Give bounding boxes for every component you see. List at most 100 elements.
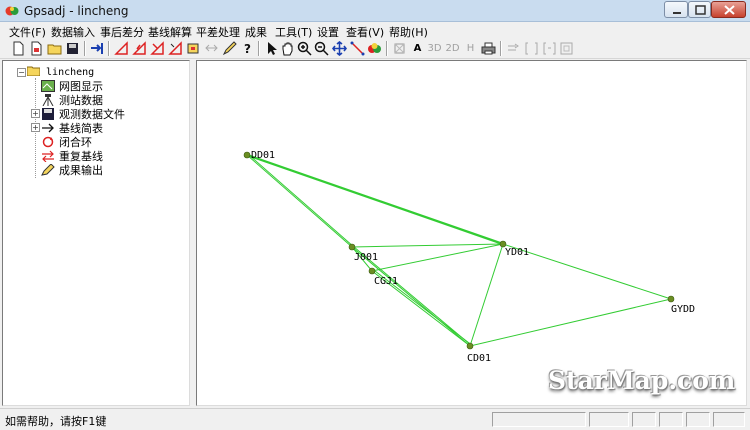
station-label-cd01: CD01 [467, 353, 491, 364]
baseline-j001-yd01[interactable] [351, 243, 504, 248]
select-cursor-icon[interactable] [263, 40, 280, 57]
menu-baseline-solve[interactable]: 基线解算 [148, 24, 192, 40]
new-file-icon[interactable] [10, 40, 27, 57]
menu-post-differential[interactable]: 事后差分 [100, 24, 144, 40]
status-help-text: 如需帮助，请按F1键 [5, 415, 107, 428]
bracket-tool-2-icon[interactable] [541, 40, 558, 57]
window-title: Gpsadj - lincheng [24, 4, 129, 18]
loop-icon [42, 136, 54, 147]
minimize-button[interactable] [664, 1, 688, 18]
zoom-out-icon[interactable] [313, 40, 330, 57]
view-3d-button[interactable]: 3D [426, 40, 443, 57]
triangle-tool-2-icon[interactable] [131, 40, 148, 57]
status-bar: 如需帮助，请按F1键 [0, 408, 750, 430]
baseline-cd01-gydd[interactable] [469, 298, 672, 347]
svg-text:?: ? [244, 42, 251, 56]
baseline-dd01-yd01[interactable] [246, 154, 504, 245]
line-tool-icon[interactable] [349, 40, 366, 57]
frame-tool-icon[interactable] [391, 40, 408, 57]
tree-item-closed-loop[interactable]: 闭合环 [41, 135, 92, 149]
station-point-dd01[interactable] [243, 151, 251, 159]
tree-root-expander[interactable]: − [17, 68, 26, 77]
repeat-icon [42, 150, 54, 162]
menu-settings[interactable]: 设置 [317, 24, 339, 40]
station-label-gydd: GYDD [671, 304, 695, 315]
disk-icon [42, 107, 54, 120]
save-icon[interactable] [64, 40, 81, 57]
status-pane-5 [686, 412, 710, 427]
pencil-tool-icon[interactable] [221, 40, 238, 57]
tree-item-repeat-baseline[interactable]: 重复基线 [41, 149, 103, 163]
bracket-tool-1-icon[interactable] [523, 40, 540, 57]
status-pane-4 [659, 412, 683, 427]
menu-view[interactable]: 查看(V) [346, 24, 384, 40]
menu-data-input[interactable]: 数据输入 [51, 24, 95, 40]
network-canvas[interactable]: DD01 J001 CGJ1 YD01 GYDD CD01 [196, 60, 747, 406]
station-point-j001[interactable] [348, 243, 356, 251]
triangle-tool-4-icon[interactable] [167, 40, 184, 57]
color-tool-icon[interactable] [366, 40, 383, 57]
maximize-button[interactable] [688, 1, 711, 18]
help-pointer-icon[interactable]: ? [239, 40, 256, 57]
tree-item-baseline-summary[interactable]: 基线简表 [41, 121, 103, 135]
station-point-cgj1[interactable] [368, 267, 376, 275]
text-a-button[interactable]: A [409, 40, 426, 57]
arrow-icon [42, 123, 54, 132]
view-2d-button[interactable]: 2D [444, 40, 461, 57]
station-label-cgj1: CGJ1 [374, 276, 398, 287]
bracket-tool-3-icon[interactable] [558, 40, 575, 57]
import-arrow-icon[interactable] [89, 40, 106, 57]
baseline-cgj1-yd01[interactable] [371, 243, 504, 272]
tree-expander-observation[interactable]: + [31, 109, 40, 118]
status-pane-2 [589, 412, 629, 427]
status-pane-6 [713, 412, 745, 427]
status-pane-3 [632, 412, 656, 427]
map-icon [41, 79, 55, 92]
status-pane-1 [492, 412, 586, 427]
menu-results[interactable]: 成果 [245, 24, 267, 40]
project-tree-panel[interactable]: − lincheng 网图显示 测站数据 + 观测数据文件 + 基线简表 闭合环… [2, 60, 190, 406]
triangle-tool-1-icon[interactable] [113, 40, 130, 57]
station-label-yd01: YD01 [505, 247, 529, 258]
triangle-tool-3-icon[interactable] [149, 40, 166, 57]
tree-item-station-data[interactable]: 测站数据 [41, 93, 103, 107]
align-tool-icon[interactable] [505, 40, 522, 57]
station-point-gydd[interactable] [667, 295, 675, 303]
tree-item-results-output[interactable]: 成果输出 [41, 163, 103, 177]
network-tool-icon[interactable] [185, 40, 202, 57]
swap-tool-icon[interactable] [203, 40, 220, 57]
tree-item-label: 成果输出 [59, 163, 103, 177]
baseline-dd01-yd01[interactable] [244, 154, 502, 245]
close-button[interactable] [711, 1, 746, 18]
title-bar[interactable]: Gpsadj - lincheng [0, 0, 750, 22]
print-icon[interactable] [480, 40, 497, 57]
new-doc-icon[interactable] [28, 40, 45, 57]
tree-root[interactable]: lincheng [26, 65, 95, 78]
menu-bar: 文件(F) 数据输入 事后差分 基线解算 平差处理 成果 工具(T) 设置 查看… [0, 22, 750, 39]
menu-file[interactable]: 文件(F) [9, 24, 46, 40]
hand-pan-icon[interactable] [279, 40, 296, 57]
baseline-dd01-j001[interactable] [248, 154, 355, 248]
folder-icon [26, 66, 41, 77]
baseline-dd01-yd01[interactable] [248, 154, 506, 245]
watermark-text: StarMap.com [548, 366, 736, 395]
menu-help[interactable]: 帮助(H) [389, 24, 428, 40]
zoom-in-icon[interactable] [296, 40, 313, 57]
baseline-yd01-cd01[interactable] [469, 243, 504, 347]
panel-splitter[interactable] [190, 60, 195, 406]
toolbar: ? A 3D 2D H [0, 39, 750, 59]
open-folder-icon[interactable] [46, 40, 63, 57]
tree-root-label: lincheng [46, 67, 95, 78]
network-graph: DD01 J001 CGJ1 YD01 GYDD CD01 [243, 150, 695, 364]
baseline-dd01-j001[interactable] [246, 154, 353, 248]
tree-item-network-view[interactable]: 网图显示 [41, 79, 103, 93]
tree-expander-baseline[interactable]: + [31, 123, 40, 132]
menu-tools[interactable]: 工具(T) [275, 24, 312, 40]
move-cross-icon[interactable] [331, 40, 348, 57]
menu-adjustment[interactable]: 平差处理 [196, 24, 240, 40]
pencil-icon [41, 163, 55, 176]
view-h-button[interactable]: H [462, 40, 479, 57]
station-point-cd01[interactable] [466, 342, 474, 350]
app-logo-icon [5, 6, 19, 16]
tree-item-observation-files[interactable]: 观测数据文件 [41, 107, 125, 121]
